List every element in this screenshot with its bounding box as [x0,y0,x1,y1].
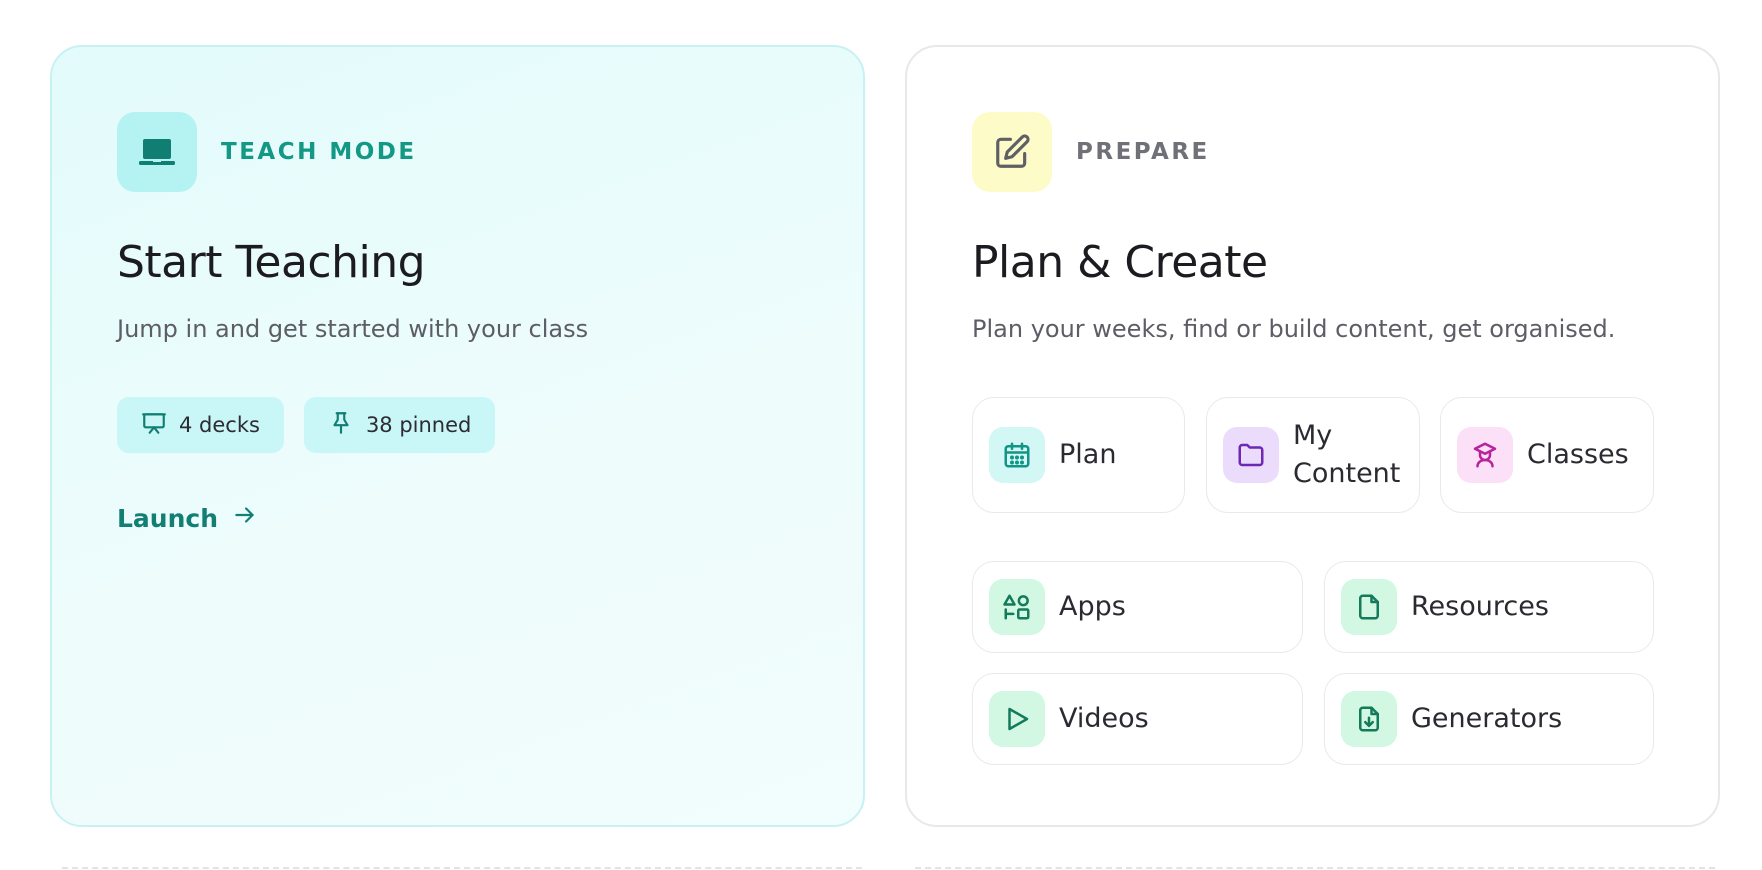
generators-label: Generators [1411,703,1563,734]
my-content-label: My Content [1293,420,1401,489]
apps-label: Apps [1059,591,1126,622]
play-icon [989,691,1045,747]
teach-mode-eyebrow: TEACH MODE [221,139,417,165]
teach-stats: 4 decks 38 pinned [117,397,496,453]
prepare-header: PREPARE [972,112,1210,192]
prepare-title: Plan & Create [972,237,1268,288]
laptop-icon [117,112,197,192]
graduate-icon [1457,427,1513,483]
videos-tile[interactable]: Videos [972,673,1303,765]
resources-label: Resources [1411,591,1549,622]
decks-chip: 4 decks [117,397,284,453]
my-content-tile[interactable]: My Content [1206,397,1420,513]
section-divider-left [62,867,862,869]
plan-label: Plan [1059,439,1117,470]
file-download-icon [1341,691,1397,747]
shapes-icon [989,579,1045,635]
pin-icon [328,410,354,441]
pinned-count: 38 pinned [365,413,472,437]
launch-link[interactable]: Launch [117,502,258,534]
plan-tile[interactable]: Plan [972,397,1185,513]
document-icon [1341,579,1397,635]
edit-icon [972,112,1052,192]
resources-tile[interactable]: Resources [1324,561,1654,653]
classes-label: Classes [1527,439,1629,470]
teach-subtitle: Jump in and get started with your class [117,315,589,343]
calendar-icon [989,427,1045,483]
pinned-chip: 38 pinned [303,397,496,453]
launch-label: Launch [117,503,219,533]
presentation-board-icon [141,410,167,441]
apps-tile[interactable]: Apps [972,561,1303,653]
generators-tile[interactable]: Generators [1324,673,1654,765]
teach-mode-card[interactable]: TEACH MODE Start Teaching Jump in and ge… [50,45,865,827]
prepare-card: PREPARE Plan & Create Plan your weeks, f… [905,45,1720,827]
teach-mode-header: TEACH MODE [117,112,417,192]
decks-count: 4 decks [179,413,260,437]
teach-title: Start Teaching [117,237,426,288]
section-divider-right [915,867,1715,869]
videos-label: Videos [1059,703,1149,734]
arrow-right-icon [232,502,258,534]
classes-tile[interactable]: Classes [1440,397,1654,513]
folder-icon [1223,427,1279,483]
prepare-subtitle: Plan your weeks, find or build content, … [972,315,1616,343]
prepare-eyebrow: PREPARE [1076,139,1210,165]
